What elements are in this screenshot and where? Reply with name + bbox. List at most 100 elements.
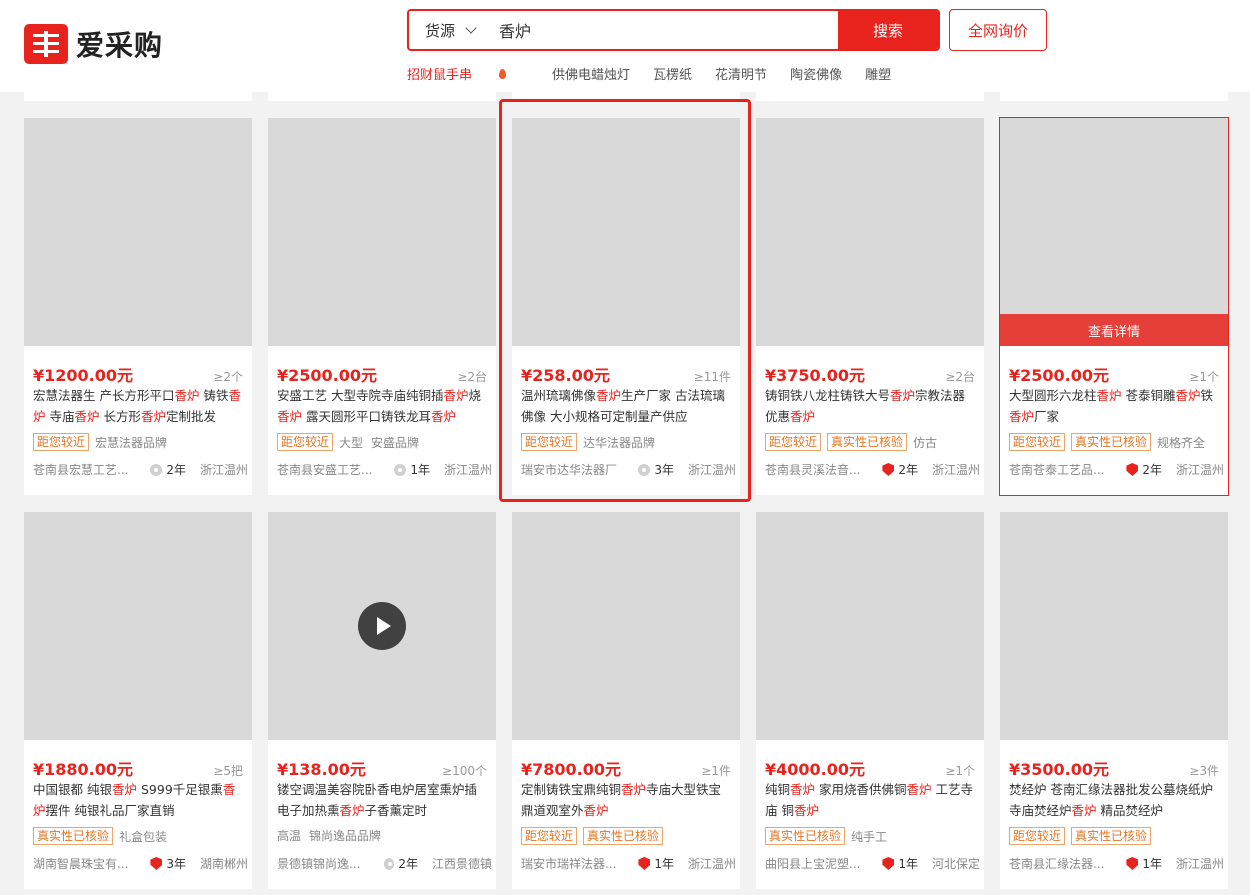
hot-link[interactable]: 雕塑 <box>865 64 891 83</box>
product-title[interactable]: 焚经炉 苍南汇缘法器批发公墓烧纸炉寺庙焚经炉香炉 精品焚经炉 <box>1009 779 1221 823</box>
seller-name[interactable]: 苍南苍泰工艺品... <box>1009 461 1124 478</box>
product-card[interactable]: ¥4000.00元 ≥1个 纯铜香炉 家用烧香供佛铜香炉 工艺寺庙 铜香炉 真实性已核… <box>756 512 984 889</box>
product-tags: 距您较近 真实性已核验 仿古 <box>765 433 980 451</box>
previous-row-card[interactable] <box>268 92 496 101</box>
seller-years: 1年 <box>410 463 430 477</box>
product-price: ¥2500.00元 <box>1009 366 1110 385</box>
previous-row-card[interactable] <box>756 92 984 101</box>
product-tag: 真实性已核验 <box>1071 827 1152 845</box>
title-segment: 定制铸铁宝鼎纯铜 <box>521 782 622 797</box>
product-tag: 距您较近 <box>521 827 578 845</box>
product-image[interactable]: 查看详情 <box>1000 118 1228 346</box>
product-card[interactable]: ¥1200.00元 ≥2个 宏慧法器生 产长方形平口香炉 铸铁香炉 寺庙香炉 长方形… <box>24 118 252 495</box>
hot-link[interactable]: 供佛电蜡烛灯 <box>552 64 630 83</box>
title-segment: 家用烧香供佛铜 <box>815 782 907 797</box>
product-tag: 距您较近 <box>1009 827 1066 845</box>
product-title[interactable]: 纯铜香炉 家用烧香供佛铜香炉 工艺寺庙 铜香炉 <box>765 779 977 823</box>
product-tags: 真实性已核验 纯手工 <box>765 827 980 845</box>
product-card[interactable]: ¥138.00元 ≥100个 镂空调温美容院卧香电炉居室熏炉插电子加热熏香炉子香薰定… <box>268 512 496 889</box>
product-image[interactable] <box>512 118 740 346</box>
hot-link[interactable]: 招财鼠手串 <box>407 64 529 83</box>
seller-info: 苍南苍泰工艺品... 2年 浙江温州 <box>1009 461 1224 478</box>
seller-info: 曲阳县上宝泥塑... 1年 河北保定 <box>765 855 980 872</box>
title-segment: 厂家 <box>1034 409 1060 424</box>
search-source-select[interactable]: 货源 <box>409 11 489 49</box>
site-logo[interactable]: 爱采购 <box>24 24 163 64</box>
search-button[interactable]: 搜索 <box>838 11 938 49</box>
title-segment: 纯铜 <box>765 782 791 797</box>
min-order-qty: ≥1个 <box>945 764 975 778</box>
title-segment: 香炉 <box>431 409 457 424</box>
product-card[interactable]: ¥1880.00元 ≥5把 中国银都 纯银香炉 S999千足银熏香炉摆件 纯银礼品厂… <box>24 512 252 889</box>
min-order-qty: ≥1件 <box>701 764 731 778</box>
product-tag: 真实性已核验 <box>827 433 908 451</box>
seller-name[interactable]: 苍南县宏慧工艺... <box>33 461 148 478</box>
seller-location: 江西景德镇 <box>431 857 492 871</box>
previous-row-card[interactable] <box>24 92 252 101</box>
product-image[interactable] <box>268 118 496 346</box>
product-tag: 距您较近 <box>521 433 578 451</box>
product-title[interactable]: 安盛工艺 大型寺院寺庙纯铜插香炉烧香炉 露天圆形平口铸铁龙耳香炉 <box>277 385 489 429</box>
hot-link[interactable]: 陶瓷佛像 <box>790 64 842 83</box>
product-card[interactable]: ¥3500.00元 ≥3件 焚经炉 苍南汇缘法器批发公墓烧纸炉寺庙焚经炉香炉 精品焚… <box>1000 512 1228 889</box>
hot-link[interactable]: 花清明节 <box>715 64 767 83</box>
product-title[interactable]: 中国银都 纯银香炉 S999千足银熏香炉摆件 纯银礼品厂家直销 <box>33 779 245 823</box>
search-input[interactable] <box>489 11 838 49</box>
seller-name[interactable]: 景德镇锦尚逸... <box>277 855 382 872</box>
title-segment: 香炉 <box>443 388 469 403</box>
product-image[interactable] <box>512 512 740 740</box>
title-segment: 香炉 <box>277 409 303 424</box>
product-title[interactable]: 大型圆形六龙柱香炉 苍泰铜雕香炉铁香炉厂家 <box>1009 385 1221 429</box>
product-title[interactable]: 铸铜铁八龙柱铸铁大号香炉宗教法器优惠香炉 <box>765 385 977 429</box>
product-image[interactable] <box>268 512 496 740</box>
seller-name[interactable]: 苍南县安盛工艺... <box>277 461 392 478</box>
product-image[interactable] <box>756 512 984 740</box>
product-tags: 距您较近 宏慧法器品牌 <box>33 433 248 451</box>
product-tags: 距您较近 达华法器品牌 <box>521 433 736 451</box>
inquiry-button[interactable]: 全网询价 <box>949 9 1047 51</box>
product-tag: 宏慧法器品牌 <box>95 435 168 450</box>
seller-years: 2年 <box>166 463 186 477</box>
flame-icon <box>499 68 507 79</box>
product-title[interactable]: 宏慧法器生 产长方形平口香炉 铸铁香炉 寺庙香炉 长方形香炉定制批发 <box>33 385 245 429</box>
seller-years: 3年 <box>654 463 674 477</box>
member-badge-icon <box>638 463 651 476</box>
hot-link[interactable]: 瓦楞纸 <box>653 64 692 83</box>
product-card[interactable]: 查看详情 ¥2500.00元 ≥1个 大型圆形六龙柱香炉 苍泰铜雕香炉铁香炉厂家 距您较… <box>999 117 1229 496</box>
product-card[interactable]: ¥258.00元 ≥11件 温州琉璃佛像香炉生产厂家 古法琉璃佛像 大小规格可定制量… <box>512 118 740 495</box>
product-tag: 礼盒包装 <box>119 829 168 844</box>
product-price: ¥258.00元 <box>521 366 610 385</box>
product-tag: 真实性已核验 <box>1071 433 1152 451</box>
play-icon[interactable] <box>358 602 406 650</box>
product-image[interactable] <box>24 512 252 740</box>
min-order-qty: ≥3件 <box>1189 764 1219 778</box>
verified-shield-icon <box>150 857 163 870</box>
title-segment: 香炉 <box>790 409 816 424</box>
previous-row-card[interactable] <box>512 92 740 101</box>
product-price: ¥3750.00元 <box>765 366 866 385</box>
title-segment: 大型圆形六龙柱 <box>1009 388 1097 403</box>
previous-row-card[interactable] <box>1000 92 1228 101</box>
seller-years: 2年 <box>1142 463 1162 477</box>
product-card[interactable]: ¥3750.00元 ≥2台 铸铜铁八龙柱铸铁大号香炉宗教法器优惠香炉 距您较近 真实性已… <box>756 118 984 495</box>
seller-name[interactable]: 湖南智晨珠宝有... <box>33 855 148 872</box>
product-card[interactable]: ¥2500.00元 ≥2台 安盛工艺 大型寺院寺庙纯铜插香炉烧香炉 露天圆形平口铸铁… <box>268 118 496 495</box>
seller-name[interactable]: 苍南县灵溪法音... <box>765 461 880 478</box>
seller-name[interactable]: 瑞安市瑞祥法器... <box>521 855 636 872</box>
title-segment: 铸铜铁八龙柱铸铁大号 <box>765 388 891 403</box>
seller-info: 湖南智晨珠宝有... 3年 湖南郴州 <box>33 855 248 872</box>
seller-location: 浙江温州 <box>1175 463 1224 477</box>
product-image[interactable] <box>1000 512 1228 740</box>
seller-name[interactable]: 苍南县汇缘法器... <box>1009 855 1124 872</box>
seller-name[interactable]: 曲阳县上宝泥塑... <box>765 855 880 872</box>
product-card[interactable]: ¥7800.00元 ≥1件 定制铸铁宝鼎纯铜香炉寺庙大型铁宝鼎道观室外香炉 距您较近真… <box>512 512 740 889</box>
product-title[interactable]: 温州琉璃佛像香炉生产厂家 古法琉璃佛像 大小规格可定制量产供应 <box>521 385 733 429</box>
seller-name[interactable]: 瑞安市达华法器厂 <box>521 461 636 478</box>
product-tag: 仿古 <box>913 435 938 450</box>
product-image[interactable] <box>756 118 984 346</box>
product-image[interactable] <box>24 118 252 346</box>
view-details-button[interactable]: 查看详情 <box>1000 314 1228 346</box>
product-title[interactable]: 定制铸铁宝鼎纯铜香炉寺庙大型铁宝鼎道观室外香炉 <box>521 779 733 823</box>
product-title[interactable]: 镂空调温美容院卧香电炉居室熏炉插电子加热熏香炉子香薰定时 <box>277 779 489 823</box>
min-order-qty: ≥2台 <box>457 370 487 384</box>
